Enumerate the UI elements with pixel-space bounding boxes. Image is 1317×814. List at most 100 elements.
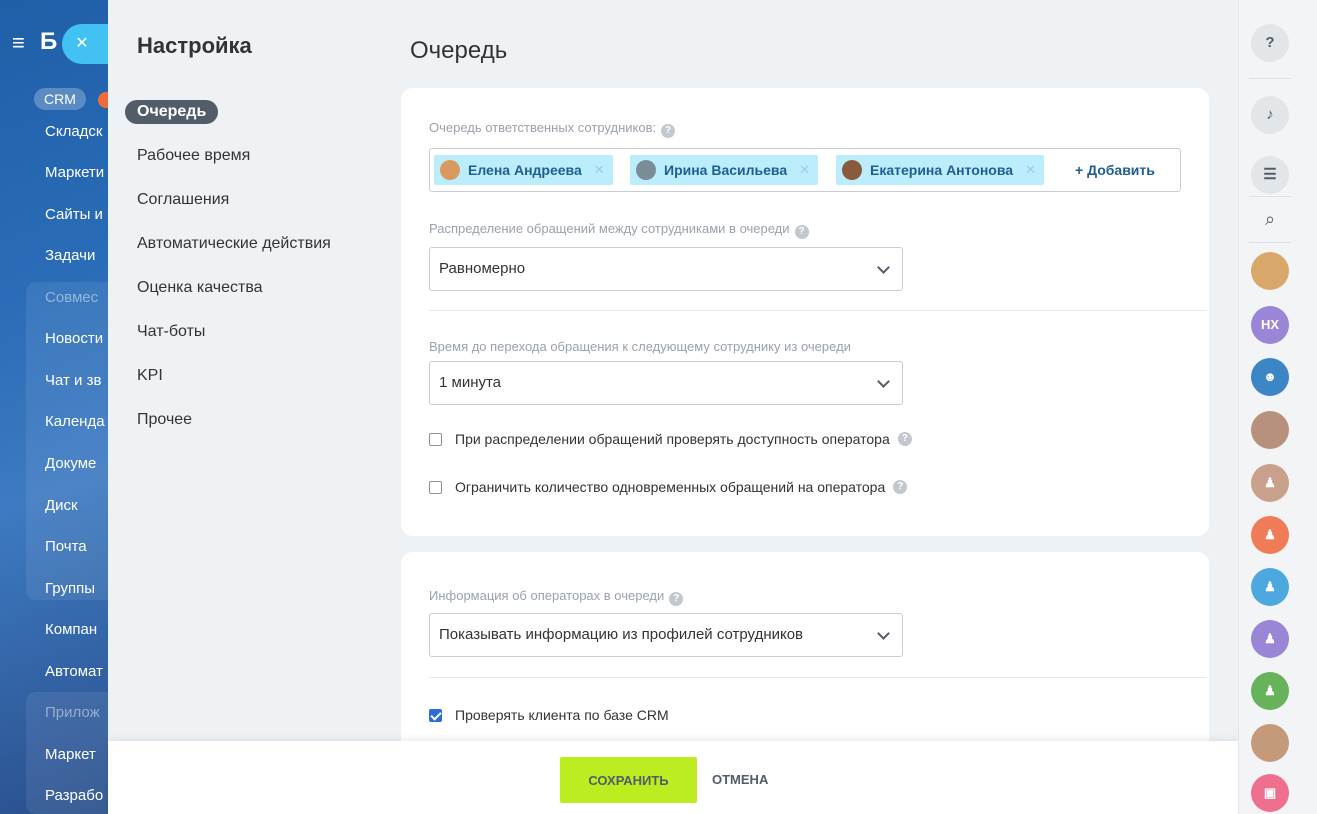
- employee-name: Ирина Васильева: [664, 162, 788, 178]
- cancel-button[interactable]: ОТМЕНА: [712, 772, 768, 787]
- crm-badge[interactable]: CRM: [34, 88, 86, 110]
- sidebar-item[interactable]: Автомат: [45, 663, 103, 680]
- settings-panel: Настройка Очередь Рабочее время Соглашен…: [108, 4, 1238, 814]
- help-icon[interactable]: ?: [669, 592, 684, 606]
- sidebar-item[interactable]: Почта: [45, 538, 87, 555]
- search-icon[interactable]: ⌕: [1251, 200, 1289, 238]
- employee-tag: Ирина Васильева ✕: [630, 155, 819, 185]
- crm-check-option[interactable]: Проверять клиента по базе CRM: [429, 707, 669, 723]
- menu-item-kpi[interactable]: KPI: [125, 364, 385, 388]
- menu-item-work-time[interactable]: Рабочее время: [125, 144, 385, 168]
- chat-icon[interactable]: ☰: [1251, 156, 1289, 194]
- background-app-sidebar: ≡ Б ✕ CRM Складск Маркети Сайты и Задачи Сов…: [0, 0, 108, 814]
- menu-item-queue[interactable]: Очередь: [125, 100, 219, 124]
- settings-title: Настройка: [137, 33, 252, 58]
- sidebar-item[interactable]: Докуме: [45, 455, 96, 472]
- menu-item-automatic-actions[interactable]: Автоматические действия: [125, 232, 385, 256]
- help-icon[interactable]: ?: [893, 480, 908, 494]
- limit-sessions-label: Ограничить количество одновременных обра…: [455, 479, 886, 495]
- group-chat-icon[interactable]: ☻: [1251, 358, 1289, 396]
- avatar: [636, 160, 656, 180]
- employee-queue-field[interactable]: Елена Андреева ✕ Ирина Васильева ✕ Екате…: [429, 148, 1181, 192]
- operator-info-label: Информация об операторах в очереди?: [429, 588, 684, 606]
- queue-label: Очередь ответственных сотрудников:?: [429, 120, 676, 138]
- employee-tag: Екатерина Антонова ✕: [836, 155, 1044, 185]
- distribution-label: Распределение обращений между сотрудника…: [429, 221, 809, 239]
- divider: [1249, 242, 1291, 243]
- menu-item-agreements[interactable]: Соглашения: [125, 188, 385, 212]
- bell-icon[interactable]: ♪: [1251, 96, 1289, 134]
- distribution-value: Равномерно: [439, 260, 526, 277]
- help-icon[interactable]: ?: [794, 225, 809, 239]
- menu-item-other[interactable]: Прочее: [125, 408, 385, 432]
- sidebar-item[interactable]: Новости: [45, 330, 103, 347]
- employee-tag: Елена Андреева ✕: [434, 155, 613, 185]
- sidebar-item[interactable]: Складск: [45, 123, 102, 140]
- save-button[interactable]: СОХРАНИТЬ: [560, 757, 697, 803]
- group-avatar-icon[interactable]: ♟: [1251, 516, 1289, 554]
- close-icon: ✕: [75, 35, 89, 52]
- avatar: [842, 160, 862, 180]
- timeout-select[interactable]: 1 минута: [429, 361, 903, 405]
- add-employee-link[interactable]: + Добавить: [1075, 162, 1155, 178]
- sidebar-item[interactable]: Маркет: [45, 746, 96, 763]
- notification-dot: [98, 92, 108, 108]
- sidebar-item[interactable]: Задачи: [45, 247, 95, 264]
- distribution-label-text: Распределение обращений между сотрудника…: [429, 221, 790, 236]
- menu-item-quality-rating[interactable]: Оценка качества: [125, 276, 385, 300]
- remove-tag-icon[interactable]: ✕: [1025, 162, 1036, 178]
- sidebar-item[interactable]: Прилож: [45, 704, 100, 721]
- sidebar-item[interactable]: Чат и зв: [45, 372, 101, 389]
- sidebar-item[interactable]: Календа: [45, 413, 105, 430]
- operator-info-label-text: Информация об операторах в очереди: [429, 588, 665, 603]
- sidebar-item[interactable]: Совмес: [45, 289, 98, 306]
- queue-label-text: Очередь ответственных сотрудников:: [429, 120, 657, 135]
- help-icon[interactable]: ?: [897, 432, 912, 446]
- employee-name: Елена Андреева: [468, 162, 582, 178]
- limit-sessions-option[interactable]: Ограничить количество одновременных обра…: [429, 479, 908, 495]
- contact-avatar[interactable]: HX: [1251, 306, 1289, 344]
- sidebar-item[interactable]: Маркети: [45, 164, 104, 181]
- settings-menu: Очередь Рабочее время Соглашения Автомат…: [125, 100, 385, 452]
- sidebar-item[interactable]: Диск: [45, 497, 78, 514]
- group-avatar-icon[interactable]: ♟: [1251, 672, 1289, 710]
- timeout-value: 1 минута: [439, 374, 502, 391]
- menu-item-chatbots[interactable]: Чат-боты: [125, 320, 385, 344]
- divider: [429, 310, 1207, 311]
- help-glyph: ?: [1265, 34, 1275, 51]
- distribution-select[interactable]: Равномерно: [429, 247, 903, 291]
- operator-info-value: Показывать информацию из профилей сотруд…: [439, 626, 804, 643]
- help-icon[interactable]: ?: [1251, 24, 1289, 62]
- check-availability-checkbox[interactable]: [429, 432, 442, 446]
- limit-sessions-checkbox[interactable]: [429, 480, 442, 494]
- chevron-down-icon: [877, 627, 890, 640]
- group-avatar-icon[interactable]: ♟: [1251, 568, 1289, 606]
- sidebar-item[interactable]: Группы: [45, 580, 95, 597]
- footer-bar: СОХРАНИТЬ ОТМЕНА: [108, 741, 1238, 814]
- crm-check-checkbox[interactable]: [429, 708, 442, 722]
- queue-settings-card: Очередь ответственных сотрудников:? Елен…: [401, 88, 1209, 536]
- menu-icon[interactable]: ≡: [12, 30, 25, 56]
- contact-avatar[interactable]: [1251, 411, 1289, 449]
- sidebar-item[interactable]: Компан: [45, 621, 97, 638]
- contact-avatar[interactable]: [1251, 724, 1289, 762]
- sidebar-item[interactable]: Разрабо: [45, 787, 103, 804]
- divider: [1249, 196, 1291, 197]
- timeout-label: Время до перехода обращения к следующему…: [429, 339, 851, 354]
- close-slider-button[interactable]: ✕: [62, 24, 108, 64]
- remove-tag-icon[interactable]: ✕: [594, 162, 605, 178]
- group-avatar-icon[interactable]: ♟: [1251, 620, 1289, 658]
- group-avatar-icon[interactable]: ♟: [1251, 464, 1289, 502]
- open-line-icon[interactable]: ▣: [1251, 774, 1289, 812]
- chevron-down-icon: [877, 375, 890, 388]
- employee-name: Екатерина Антонова: [870, 162, 1014, 178]
- crm-check-label: Проверять клиента по базе CRM: [455, 707, 669, 723]
- check-availability-option[interactable]: При распределении обращений проверять до…: [429, 431, 912, 447]
- operator-info-select[interactable]: Показывать информацию из профилей сотруд…: [429, 613, 903, 657]
- remove-tag-icon[interactable]: ✕: [799, 162, 810, 178]
- contact-avatar[interactable]: [1251, 252, 1289, 290]
- help-icon[interactable]: ?: [661, 124, 676, 138]
- avatar: [440, 160, 460, 180]
- sidebar-item[interactable]: Сайты и: [45, 206, 103, 223]
- check-availability-label: При распределении обращений проверять до…: [455, 431, 890, 447]
